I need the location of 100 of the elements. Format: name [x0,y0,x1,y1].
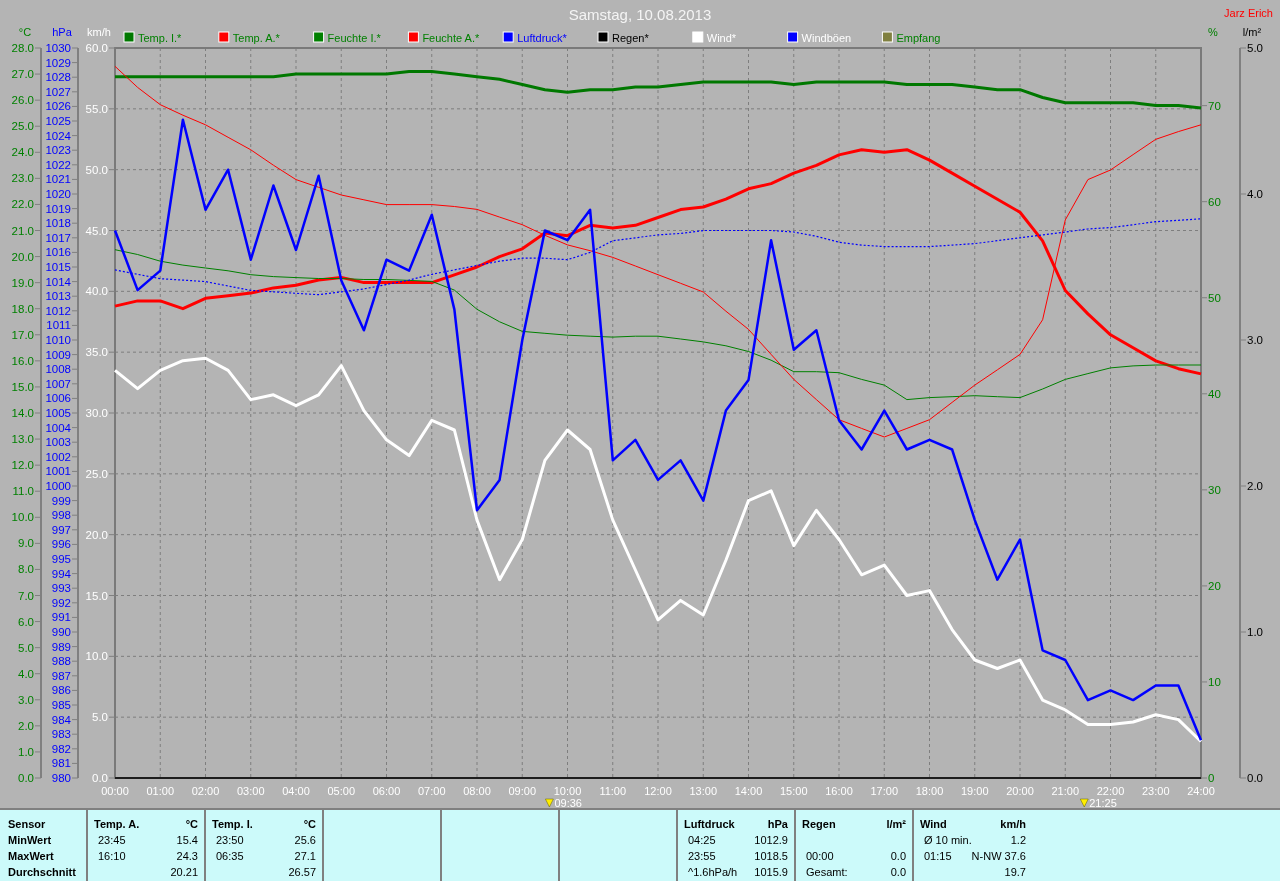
time-text: 00:00 [805,849,834,864]
time-text: 23:50 [215,833,244,848]
axis-tick-label: 10.0 [85,650,108,663]
axis-tick-label: 1016 [45,246,71,259]
axis-tick-label: 15.0 [11,380,34,393]
time-tick-label: 04:00 [282,785,310,797]
value-text: 25.6 [294,833,316,848]
axis-tick-label: 5.0 [18,641,34,654]
time-text: Gesamt: [805,865,848,880]
axis-tick-label: 13.0 [11,433,34,446]
legend-label: Feuchte A.* [422,32,480,44]
time-tick-label: 19:00 [961,785,989,797]
legend-label: Empfang [896,32,941,44]
legend-label: Temp. A.* [232,32,280,44]
axis-tick-label: 8.0 [18,563,34,576]
axis-tick-label: 45.0 [85,224,108,237]
axis-tick-label: 981 [51,757,71,770]
row-label: Durchschnitt [8,865,77,880]
time-text: 06:35 [215,849,244,864]
axis-tick-label: 1025 [45,115,71,127]
time-tick-label: 24:00 [1187,785,1215,797]
user-name: Jarz Erich [1224,7,1273,19]
legend-label: Regen* [612,32,649,44]
axis-tick-label: 22.0 [11,198,34,211]
axis-tick-label: 1027 [45,85,71,98]
axis-tick-label: 1002 [45,450,71,463]
axis-tick-label: 1024 [45,129,71,142]
time-tick-label: 15:00 [780,785,808,797]
time-tick-label: 02:00 [191,785,220,797]
axis-tick-label: 27.0 [11,68,34,81]
time-text: ^1.6hPa/h [687,865,738,880]
axis-tick-label: 988 [51,655,71,668]
axis-tick-label: 50 [1208,291,1221,304]
legend-label: Temp. I.* [138,32,182,44]
column-heading: Luftdruck [684,817,735,832]
axis-tick-label: 987 [51,669,71,682]
axis-tick-label: 4.0 [1247,188,1263,200]
unit-label: l/m² [886,817,906,832]
axis-tick-label: 983 [51,728,71,741]
time-tick-label: 21:00 [1051,785,1079,797]
time-tick-label: 23:00 [1142,785,1170,797]
axis-tick-label: 1013 [45,290,71,303]
axis-tick-label: 20.0 [85,528,108,541]
axis-tick-label: 15.0 [85,589,108,602]
axis-tick-label: 3.0 [18,693,34,706]
axis-tick-label: 1030 [45,42,71,54]
axis-tick-label: 998 [51,509,71,522]
time-tick-label: 10:00 [553,785,582,797]
time-text: 01:15 [923,849,952,864]
axis-tick-label: 993 [51,582,71,595]
column-heading: Temp. I. [212,817,253,832]
axis-tick-label: 0.0 [18,772,34,784]
axis-tick-label: 21.0 [11,224,34,237]
axis-tick-label: 24.0 [11,146,34,159]
axis-tick-label: 17.0 [11,328,34,341]
axis-unit: km/h [87,26,111,38]
axis-tick-label: 1008 [45,363,71,376]
axis-tick-label: 18.0 [11,302,34,315]
unit-label: km/h [1000,817,1026,832]
value-text: 27.1 [294,849,316,864]
axis-tick-label: 30.0 [85,407,108,419]
value-text: 26.57 [288,865,316,880]
axis-tick-label: 1019 [45,202,71,215]
value-text: 0.0 [890,849,906,864]
axis-tick-label: 25.0 [11,120,34,133]
axis-tick-label: 997 [51,523,71,536]
axis-tick-label: 989 [51,640,71,653]
column-heading: Temp. A. [94,817,140,832]
axis-tick-label: 1007 [45,377,71,390]
axis-tick-label: 26.0 [11,94,34,107]
axis-tick-label: 0.0 [1247,772,1263,784]
legend-label: Windböen [801,32,852,44]
row-label: MaxWert [8,849,55,864]
axis-tick-label: 1011 [46,319,71,332]
axis-tick-label: 1023 [45,144,71,157]
axis-unit: % [1208,26,1218,38]
value-text: 0.0 [890,865,906,880]
axis-tick-label: 7.0 [18,589,34,602]
legend-label: Wind* [706,32,737,44]
axis-unit: hPa [52,26,72,38]
column-heading: Wind [920,817,947,832]
axis-tick-label: 991 [51,611,71,624]
time-tick-label: 22:00 [1096,785,1125,797]
axis-tick-label: 35.0 [85,346,108,359]
axis-tick-label: 5.0 [92,711,108,724]
axis-tick-label: 1021 [45,173,71,186]
axis-tick-label: 16.0 [11,354,34,367]
axis-tick-label: 1020 [45,188,71,200]
axis-tick-label: 1014 [45,275,71,288]
legend-label: Feuchte I.* [327,32,381,44]
time-tick-label: 11:00 [599,785,627,797]
axis-tick-label: 1009 [45,348,71,361]
axis-tick-label: 12.0 [11,459,34,472]
axis-tick-label: 1029 [45,56,71,69]
value-text: N-NW 37.6 [971,849,1026,864]
time-tick-label: 20:00 [1006,785,1034,797]
axis-tick-label: 60 [1208,195,1221,208]
axis-tick-label: 990 [51,626,71,638]
time-tick-label: 09:00 [508,785,536,797]
axis-tick-label: 1028 [45,71,71,84]
